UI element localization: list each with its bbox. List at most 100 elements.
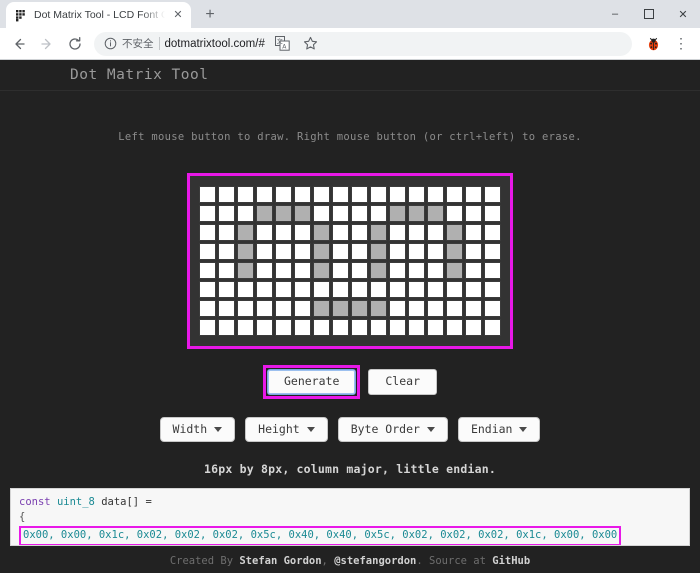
translate-icon[interactable]: 文 A: [270, 31, 296, 57]
dot-cell[interactable]: [446, 262, 463, 279]
dot-cell[interactable]: [218, 300, 235, 317]
dot-cell[interactable]: [446, 243, 463, 260]
dot-cell[interactable]: [294, 281, 311, 298]
dot-cell[interactable]: [275, 205, 292, 222]
dot-cell[interactable]: [275, 243, 292, 260]
dot-cell[interactable]: [294, 205, 311, 222]
forward-icon[interactable]: [34, 31, 60, 57]
dot-cell[interactable]: [332, 243, 349, 260]
dot-cell[interactable]: [313, 186, 330, 203]
dot-cell[interactable]: [465, 262, 482, 279]
dot-cell[interactable]: [294, 224, 311, 241]
dot-cell[interactable]: [484, 224, 501, 241]
dot-cell[interactable]: [370, 186, 387, 203]
dot-cell[interactable]: [370, 243, 387, 260]
dot-cell[interactable]: [294, 319, 311, 336]
dot-cell[interactable]: [370, 224, 387, 241]
dot-cell[interactable]: [427, 205, 444, 222]
dot-cell[interactable]: [199, 224, 216, 241]
dot-cell[interactable]: [199, 319, 216, 336]
dot-cell[interactable]: [218, 243, 235, 260]
dot-cell[interactable]: [408, 300, 425, 317]
dot-cell[interactable]: [389, 224, 406, 241]
dot-cell[interactable]: [237, 300, 254, 317]
dot-cell[interactable]: [389, 281, 406, 298]
dot-cell[interactable]: [256, 281, 273, 298]
dot-cell[interactable]: [256, 262, 273, 279]
dot-cell[interactable]: [465, 319, 482, 336]
dot-cell[interactable]: [256, 186, 273, 203]
dot-cell[interactable]: [199, 186, 216, 203]
dot-cell[interactable]: [237, 243, 254, 260]
url-text[interactable]: dotmatrixtool.com/#: [165, 38, 265, 50]
dot-cell[interactable]: [408, 243, 425, 260]
dot-cell[interactable]: [389, 205, 406, 222]
ladybug-extension-icon[interactable]: [640, 31, 666, 57]
dot-cell[interactable]: [313, 243, 330, 260]
dot-cell[interactable]: [427, 186, 444, 203]
dot-cell[interactable]: [332, 319, 349, 336]
dot-cell[interactable]: [427, 300, 444, 317]
clear-button[interactable]: Clear: [368, 369, 437, 395]
dot-cell[interactable]: [294, 243, 311, 260]
dot-cell[interactable]: [408, 319, 425, 336]
dot-cell[interactable]: [332, 262, 349, 279]
new-tab-button[interactable]: +: [197, 2, 223, 28]
dot-cell[interactable]: [351, 186, 368, 203]
dot-cell[interactable]: [199, 281, 216, 298]
dot-cell[interactable]: [332, 186, 349, 203]
dot-cell[interactable]: [427, 262, 444, 279]
dot-cell[interactable]: [484, 186, 501, 203]
dot-cell[interactable]: [275, 281, 292, 298]
dot-cell[interactable]: [465, 243, 482, 260]
height-dropdown[interactable]: Height: [245, 416, 328, 442]
dot-cell[interactable]: [465, 224, 482, 241]
dot-cell[interactable]: [370, 281, 387, 298]
dot-cell[interactable]: [294, 300, 311, 317]
dot-cell[interactable]: [370, 205, 387, 222]
dot-cell[interactable]: [370, 300, 387, 317]
dot-cell[interactable]: [370, 262, 387, 279]
dot-cell[interactable]: [389, 262, 406, 279]
dot-cell[interactable]: [408, 186, 425, 203]
dot-cell[interactable]: [465, 205, 482, 222]
dot-cell[interactable]: [427, 319, 444, 336]
dot-cell[interactable]: [237, 224, 254, 241]
endian-dropdown[interactable]: Endian: [457, 416, 541, 442]
footer-handle-link[interactable]: @stefangordon: [334, 555, 416, 567]
dot-cell[interactable]: [275, 300, 292, 317]
dot-cell[interactable]: [294, 186, 311, 203]
dot-cell[interactable]: [484, 205, 501, 222]
dot-cell[interactable]: [465, 300, 482, 317]
dot-cell[interactable]: [237, 262, 254, 279]
dot-cell[interactable]: [313, 262, 330, 279]
dot-cell[interactable]: [275, 262, 292, 279]
dot-cell[interactable]: [275, 186, 292, 203]
dot-cell[interactable]: [313, 319, 330, 336]
generate-button[interactable]: Generate: [266, 369, 357, 395]
dot-cell[interactable]: [218, 205, 235, 222]
width-dropdown[interactable]: Width: [159, 416, 236, 442]
maximize-button[interactable]: [632, 0, 666, 28]
dot-grid[interactable]: [199, 186, 501, 336]
dot-cell[interactable]: [256, 243, 273, 260]
dot-cell[interactable]: [332, 224, 349, 241]
dot-cell[interactable]: [446, 281, 463, 298]
dot-cell[interactable]: [199, 300, 216, 317]
dot-cell[interactable]: [351, 319, 368, 336]
dot-cell[interactable]: [408, 281, 425, 298]
dot-cell[interactable]: [389, 300, 406, 317]
dot-cell[interactable]: [484, 262, 501, 279]
dot-cell[interactable]: [218, 281, 235, 298]
dot-cell[interactable]: [218, 319, 235, 336]
dot-cell[interactable]: [332, 205, 349, 222]
dot-cell[interactable]: [313, 224, 330, 241]
minimize-button[interactable]: –: [598, 0, 632, 28]
dot-cell[interactable]: [389, 319, 406, 336]
browser-menu-icon[interactable]: ⋮: [668, 31, 694, 57]
dot-cell[interactable]: [484, 281, 501, 298]
dot-cell[interactable]: [351, 243, 368, 260]
dot-cell[interactable]: [484, 243, 501, 260]
dot-cell[interactable]: [408, 224, 425, 241]
dot-cell[interactable]: [332, 281, 349, 298]
